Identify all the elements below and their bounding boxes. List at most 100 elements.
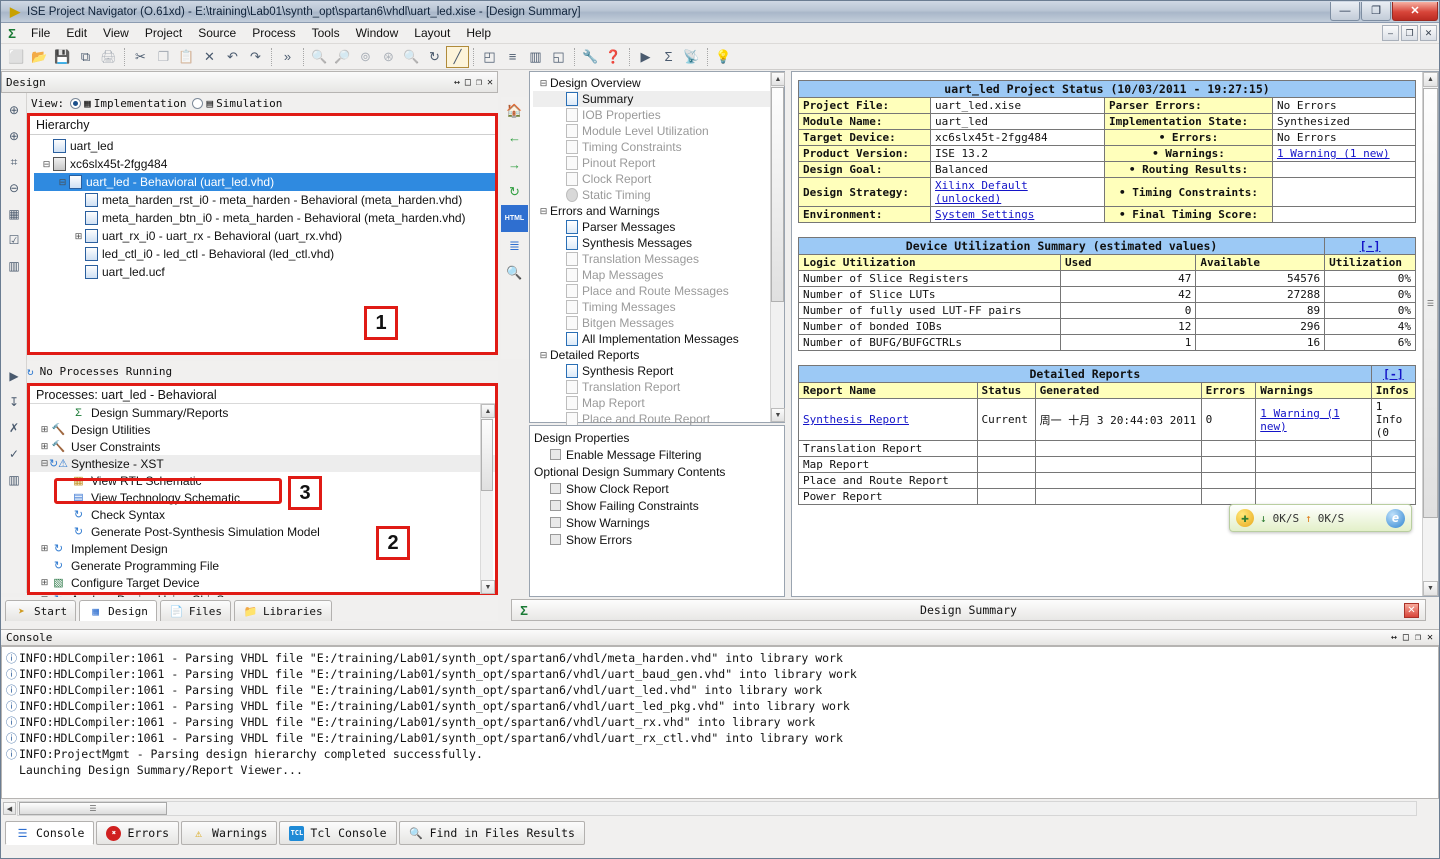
report-nav-scroll-down[interactable]: ▼	[771, 408, 785, 422]
home-icon[interactable]: 🏠	[501, 97, 528, 124]
console-hscroll-track[interactable]	[17, 801, 1417, 816]
console-tab-warnings[interactable]: ⚠ Warnings	[181, 821, 278, 845]
hierarchy-node[interactable]: meta_harden_btn_i0 - meta_harden - Behav…	[34, 209, 495, 227]
report-nav-scroll-thumb[interactable]	[771, 87, 784, 302]
tree-twisty[interactable]: ⊞	[38, 543, 51, 554]
summary-scroll-thumb[interactable]: ☰	[1423, 88, 1438, 518]
design-summary-icon[interactable]: Σ	[657, 46, 680, 68]
report-nav-item[interactable]: Translation Messages	[533, 251, 784, 267]
design-property-row[interactable]: Show Warnings	[534, 514, 784, 531]
find-icon[interactable]: 🔍	[501, 259, 528, 286]
processes-scrollbar[interactable]: ▲ ▼	[480, 404, 495, 594]
report-nav-item[interactable]: Place and Route Messages	[533, 283, 784, 299]
scroll-down-arrow[interactable]: ▼	[481, 580, 495, 594]
report-nav-item[interactable]: Static Timing	[533, 187, 784, 203]
status-value[interactable]: System Settings	[930, 206, 1105, 223]
report-nav-item[interactable]: IOB Properties	[533, 107, 784, 123]
process-item[interactable]: ⊞ 🔨 User Constraints	[30, 438, 495, 455]
view-option-simulation[interactable]: Simulation	[216, 97, 282, 110]
detailed-reports-collapse[interactable]: [-]	[1370, 365, 1417, 383]
report-nav-item[interactable]: Parser Messages	[533, 219, 784, 235]
maximize-panel-icon[interactable]: □	[465, 77, 471, 88]
checkbox[interactable]	[550, 483, 561, 494]
menu-file[interactable]: File	[23, 24, 58, 42]
report-nav-item[interactable]: ⊟ Design Overview	[533, 75, 784, 91]
console-close-icon[interactable]: ✕	[1427, 632, 1433, 643]
console-maximize-icon[interactable]: □	[1403, 632, 1409, 643]
report-nav-item[interactable]: Pinout Report	[533, 155, 784, 171]
collapse-link-2[interactable]: [-]	[1383, 367, 1404, 381]
scroll-up-arrow[interactable]: ▲	[481, 404, 495, 418]
process-item[interactable]: ↻ Check Syntax	[30, 506, 495, 523]
forward-icon[interactable]: →	[501, 151, 528, 178]
report-nav-item[interactable]: All Implementation Messages	[533, 331, 784, 347]
design-property-row[interactable]: Show Clock Report	[534, 480, 784, 497]
console-output[interactable]: ⓘ INFO:HDLCompiler:1061 - Parsing VHDL fi…	[1, 646, 1439, 799]
report-nav-item[interactable]: Map Report	[533, 395, 784, 411]
close-button[interactable]: ✕	[1392, 1, 1438, 21]
checkbox[interactable]	[550, 534, 561, 545]
hierarchy-node[interactable]: ⊟ xc6slx45t-2fgg484	[34, 155, 495, 173]
mdi-close-button[interactable]: ✕	[1420, 25, 1437, 41]
process-item[interactable]: ⊞ 🔨 Design Utilities	[30, 421, 495, 438]
report-nav-item[interactable]: Bitgen Messages	[533, 315, 784, 331]
download-manager-icon[interactable]: ✚	[1236, 509, 1254, 527]
report-nav-item[interactable]: Module Level Utilization	[533, 123, 784, 139]
device-utilization-collapse[interactable]: [-]	[1324, 237, 1416, 255]
save-icon[interactable]: 💾	[51, 46, 74, 68]
summary-scroll-down[interactable]: ▼	[1423, 581, 1438, 596]
html-export-icon[interactable]: HTML	[501, 205, 528, 232]
console-hscroll-thumb[interactable]: ☰	[19, 802, 167, 815]
tree-twisty[interactable]: ⊟	[537, 206, 550, 217]
hierarchy-node[interactable]: ⊟ uart_led - Behavioral (uart_led.vhd)	[34, 173, 495, 191]
console-tab-console[interactable]: ☰ Console	[5, 821, 95, 845]
process-check-icon[interactable]: ✓	[1, 441, 27, 467]
menu-project[interactable]: Project	[137, 24, 190, 42]
summary-scrollbar[interactable]: ▲ ☰ ▼	[1422, 72, 1438, 596]
console-tab-find-in-files-results[interactable]: 🔍 Find in Files Results	[398, 821, 585, 845]
download-manager-overlay[interactable]: ✚ ↓ 0K/S ↑ 0K/S e	[1229, 504, 1412, 532]
report-navigation-tree[interactable]: ⊟ Design Overview Summary IOB Properties Mod…	[529, 71, 785, 426]
internet-explorer-icon[interactable]: e	[1386, 508, 1405, 528]
whats-this-icon[interactable]: ❓	[602, 46, 625, 68]
hierarchy-node[interactable]: meta_harden_rst_i0 - meta_harden - Behav…	[34, 191, 495, 209]
open-file-icon[interactable]: 📂	[28, 46, 51, 68]
process-item[interactable]: ↻ Generate Post-Synthesis Simulation Mode…	[30, 523, 495, 540]
process-panel-icon[interactable]: ▥	[1, 467, 27, 493]
design-property-row[interactable]: Show Failing Constraints	[534, 497, 784, 514]
message-filter-icon[interactable]: ≣	[501, 232, 528, 259]
report-nav-item[interactable]: Timing Messages	[533, 299, 784, 315]
close-panel-icon[interactable]: ✕	[487, 77, 493, 88]
report-nav-item[interactable]: Synthesis Report	[533, 363, 784, 379]
mdi-restore-button[interactable]: ❐	[1401, 25, 1418, 41]
report-warnings[interactable]: 1 Warning (1 new)	[1255, 398, 1372, 441]
tools-wrench-icon[interactable]: 🔧	[579, 46, 602, 68]
undo-icon[interactable]: ↶	[221, 46, 244, 68]
tree-twisty[interactable]: ⊞	[38, 577, 51, 588]
report-warnings-text[interactable]: 1 Warning (1 new)	[1260, 407, 1339, 433]
back-icon[interactable]: ←	[501, 124, 528, 151]
report-nav-scrollbar[interactable]: ▲ ▼	[770, 72, 785, 422]
dock-float-icon[interactable]: ↔	[454, 77, 460, 88]
restore-panel-icon[interactable]: ❐	[476, 77, 482, 88]
refresh-icon[interactable]: ↻	[423, 46, 446, 68]
checkbox[interactable]	[550, 500, 561, 511]
console-tab-tcl-console[interactable]: TCL Tcl Console	[279, 821, 397, 845]
maximize-button[interactable]: ❐	[1361, 1, 1391, 21]
run-process-icon[interactable]: ▶	[1, 363, 27, 389]
menu-help[interactable]: Help	[458, 24, 499, 42]
checkbox[interactable]	[550, 449, 561, 460]
report-nav-item[interactable]: Timing Constraints	[533, 139, 784, 155]
report-name-cell[interactable]: Synthesis Report	[798, 398, 978, 441]
process-down-icon[interactable]: ↧	[1, 389, 27, 415]
design-properties-icon[interactable]: ☑	[1, 227, 27, 253]
design-tab-files[interactable]: 📄 Files	[159, 600, 231, 621]
tips-bulb-icon[interactable]: 💡	[712, 46, 735, 68]
tile-vertical-icon[interactable]: ▥	[524, 46, 547, 68]
cut-icon[interactable]: ✂	[129, 46, 152, 68]
console-dock-icon[interactable]: ↔	[1391, 632, 1397, 643]
add-copy-source-icon[interactable]: ⊕	[1, 123, 27, 149]
report-nav-item[interactable]: Translation Report	[533, 379, 784, 395]
process-item[interactable]: ⊞ ▧ Configure Target Device	[30, 574, 495, 591]
menu-view[interactable]: View	[95, 24, 137, 42]
